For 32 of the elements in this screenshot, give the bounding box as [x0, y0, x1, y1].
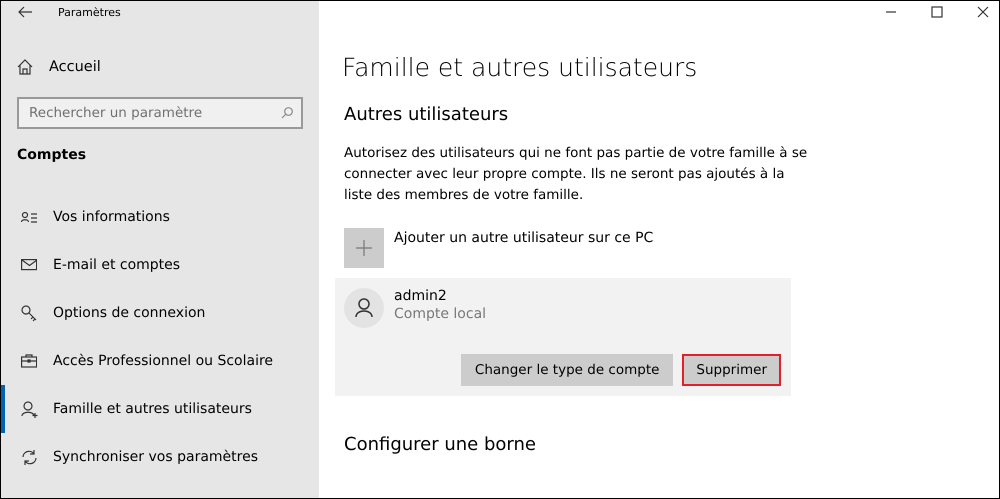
nav-item[interactable]: E-mail et comptes [1, 241, 319, 289]
avatar-icon [344, 288, 384, 328]
person-add-icon [21, 400, 38, 418]
briefcase-icon [21, 354, 37, 368]
user-card[interactable]: admin2 Compte local Changer le type de compte Supprimer [335, 278, 791, 396]
search-field[interactable]: Rechercher un paramètre [17, 97, 303, 129]
close-icon[interactable] [977, 6, 989, 18]
sync-icon [21, 448, 38, 466]
home-link[interactable]: Accueil [17, 47, 101, 87]
key-icon [21, 304, 37, 322]
account-button[interactable]: Supprimer [682, 354, 781, 386]
account-type: Compte local [394, 306, 486, 322]
home-icon [17, 59, 33, 75]
section-heading: Configurer une borne [344, 434, 536, 455]
nav-item[interactable]: Options de connexion [1, 289, 319, 337]
nav-item[interactable]: Synchroniser vos paramètres [1, 433, 319, 481]
envelope-icon [21, 259, 37, 271]
back-arrow-icon[interactable] [18, 6, 32, 18]
window-title: Paramètres [58, 6, 121, 18]
section-heading: Autres utilisateurs [344, 104, 508, 125]
description-text: Autorisez des utilisateurs qui ne font pas partie de votre famille à se connecter avec leur propre compte. Ils ne seront pas ajoutés à la liste des membres de votre famille. [344, 144, 808, 205]
nav-item[interactable]: Accès Professionnel ou Scolaire [1, 337, 319, 385]
add-user-link[interactable]: Ajouter un autre utilisateur sur ce PC [394, 230, 654, 246]
section-heading: Comptes [17, 147, 86, 163]
nav-item[interactable]: Vos informations [1, 193, 319, 241]
person-list-icon [21, 210, 37, 224]
account-button[interactable]: Changer le type de compte [460, 354, 674, 386]
user-name: admin2 [394, 288, 448, 304]
maximize-icon[interactable] [931, 6, 943, 18]
plus-icon [356, 240, 372, 256]
page-title: Famille et autres utilisateurs [342, 53, 698, 82]
search-icon [281, 107, 293, 119]
